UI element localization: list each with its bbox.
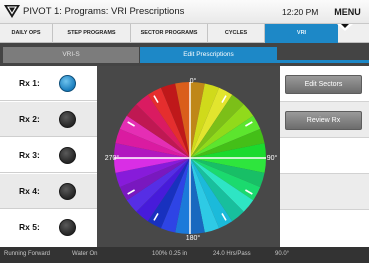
rx-label: Rx 3: [19,150,40,160]
chevron-down-icon[interactable] [341,24,349,28]
sub-tab-bar: VRI-S Edit Prescriptions [0,43,369,66]
status-angle: 90.0° [275,251,290,257]
radio-icon[interactable] [59,183,76,200]
tab-daily-ops[interactable]: DAILY OPS [0,24,53,43]
edit-sectors-button[interactable]: Edit Sectors [285,75,362,94]
tab-sector-programs[interactable]: SECTOR PROGRAMS [131,24,208,43]
prescription-wheel[interactable]: 0° 90° 180° 270° [97,66,280,247]
rx-row-5[interactable]: Rx 5: [0,210,97,247]
radio-selected-icon[interactable] [59,75,76,92]
rx-row-4[interactable]: Rx 4: [0,174,97,209]
tab-step-programs[interactable]: STEP PROGRAMS [53,24,131,43]
radio-icon[interactable] [59,147,76,164]
subtab-edit-prescriptions[interactable]: Edit Prescriptions [140,47,277,63]
rx-label: Rx 2: [19,114,40,124]
radio-icon[interactable] [59,111,76,128]
clock-time: 12:20 PM [282,7,319,17]
rx-label: Rx 4: [19,186,40,196]
review-rx-button[interactable]: Review Rx [285,111,362,130]
empty-row [280,210,369,247]
action-row: Edit Sectors [280,66,369,102]
subtab-vri-s[interactable]: VRI-S [3,47,139,63]
prescription-wheel-panel: 0° 90° 180° 270° [97,66,280,247]
rx-label: Rx 1: [19,78,40,88]
status-rate: 100% 0.25 in [152,251,188,257]
status-direction: Running Forward [4,251,51,257]
tab-cycles[interactable]: CYCLES [208,24,265,43]
angle-label-180: 180° [186,234,201,242]
rx-row-2[interactable]: Rx 2: [0,102,97,137]
action-panel: Edit Sectors Review Rx [280,66,369,247]
main-nav: DAILY OPS STEP PROGRAMS SECTOR PROGRAMS … [0,24,369,43]
rx-label: Rx 5: [19,222,40,232]
empty-row [280,138,369,174]
status-bar: Running Forward Water On 100% 0.25 in 24… [0,247,369,263]
menu-button[interactable]: MENU [326,0,369,24]
rx-row-1[interactable]: Rx 1: [0,66,97,101]
status-water: Water On [72,251,98,257]
rx-row-3[interactable]: Rx 3: [0,138,97,173]
page-title: PIVOT 1: Programs: VRI Prescriptions [23,6,185,17]
radio-icon[interactable] [59,219,76,236]
angle-label-0: 0° [190,77,197,85]
angle-label-270: 270° [105,154,120,162]
angle-label-90: 90° [267,154,278,162]
empty-row [280,174,369,210]
title-bar: PIVOT 1: Programs: VRI Prescriptions 12:… [0,0,369,24]
status-pass-time: 24.0 Hrs/Pass [213,251,251,257]
subtab-rail [277,60,369,63]
tab-vri[interactable]: VRI [265,24,338,43]
pivot-logo-icon [4,5,20,18]
action-row: Review Rx [280,102,369,138]
